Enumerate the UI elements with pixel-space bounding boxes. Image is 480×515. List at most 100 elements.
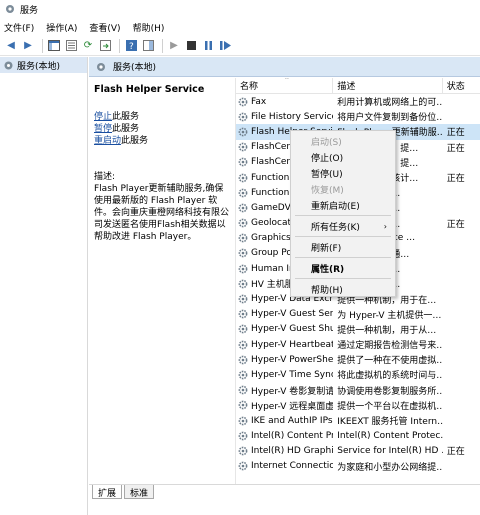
service-gear-icon — [238, 233, 248, 243]
table-row[interactable]: Hyper-V PowerShel…提供了一种在不使用虚拟… — [236, 352, 480, 367]
service-gear-icon — [238, 218, 248, 228]
menu-help[interactable]: 帮助(H) — [133, 21, 165, 34]
service-name-cell: Hyper-V Guest Shu… — [236, 324, 333, 334]
table-row[interactable]: Hyper-V Guest Shu… 提供一种机制，用于从… — [236, 322, 480, 337]
show-hide-pane-icon[interactable] — [141, 39, 155, 53]
menu-view[interactable]: 查看(V) — [89, 21, 120, 34]
table-row[interactable]: Intel(R) Content Pr… Intel(R) Content Pro… — [236, 428, 480, 443]
service-description: 通过定期报告检测信号来… — [337, 341, 443, 352]
services-gear-icon — [97, 62, 105, 71]
forward-arrow-icon[interactable]: ▶ — [21, 39, 35, 53]
toolbar: ◀ ▶ ⟳ ? ▶ — [0, 36, 480, 56]
service-description: 将此虚拟机的系统时间与… — [337, 371, 443, 382]
export-list-icon[interactable] — [98, 39, 112, 53]
table-row[interactable]: Hyper-V Guest Ser…为 Hyper-V 主机提供一… — [236, 307, 480, 322]
service-name: Hyper-V 卷影复制请… — [251, 386, 333, 397]
service-description: 提供一种机制，用于从… — [337, 325, 437, 336]
service-name-cell: Hyper-V Guest Ser… — [236, 309, 333, 319]
service-gear-icon — [238, 355, 248, 365]
column-header-name[interactable]: ⌃ 名称 — [236, 78, 334, 94]
content-header-title: 服务(本地) — [113, 63, 157, 73]
service-name: Hyper-V Guest Ser… — [251, 309, 334, 320]
tab-extended[interactable]: 扩展 — [92, 485, 123, 499]
service-name: Hyper-V 远程桌面虚… — [251, 401, 333, 412]
table-row[interactable]: Hyper-V Time Sync… 将此虚拟机的系统时间与… — [236, 367, 480, 382]
column-header-label: 状态 — [446, 82, 465, 92]
context-menu-divider — [295, 257, 391, 258]
table-row[interactable]: Hyper-V 卷影复制请… 协调使用卷影复制服务所… — [236, 383, 480, 398]
refresh-icon[interactable]: ⟳ — [81, 39, 95, 53]
context-menu-pause[interactable]: 暂停(U) — [291, 165, 395, 181]
context-menu-restart[interactable]: 重新启动(E) — [291, 197, 395, 213]
back-arrow-icon[interactable]: ◀ — [4, 39, 18, 53]
context-menu-resume[interactable]: 恢复(M) — [291, 181, 395, 197]
service-name: Hyper-V Heartbeat… — [251, 339, 333, 350]
stop-service-link[interactable]: 停止 — [94, 112, 112, 122]
service-gear-icon — [238, 173, 248, 182]
stop-service-icon[interactable] — [184, 39, 198, 53]
action-suffix: 此服务 — [121, 136, 149, 146]
service-gear-icon — [238, 400, 248, 410]
context-menu-refresh[interactable]: 刷新(F) — [291, 239, 395, 255]
tab-standard[interactable]: 标准 — [124, 485, 155, 499]
pause-service-action: 暂停此服务 — [94, 123, 230, 135]
service-description: 将用户文件复制到备份位… — [337, 113, 443, 124]
service-gear-icon — [238, 446, 248, 456]
service-name: Hyper-V PowerShel… — [251, 354, 334, 365]
restart-service-link[interactable]: 重启动 — [94, 136, 121, 146]
service-name-cell: Internet Connectio… — [236, 461, 333, 471]
table-row[interactable]: Internet Connectio… 为家庭和小型办公网络提… — [236, 459, 480, 474]
view-tabs: 扩展 标准 — [89, 484, 480, 501]
restart-service-icon[interactable] — [218, 39, 232, 53]
service-gear-icon — [238, 431, 248, 441]
context-menu-properties[interactable]: 属性(R) — [291, 260, 395, 276]
service-name-cell: Hyper-V PowerShel… — [236, 355, 333, 365]
table-row[interactable]: IKE and AuthIP IPs… IKEEXT 服务托管 Intern… — [236, 413, 480, 428]
tree-item-services-local[interactable]: 服务(本地) — [0, 57, 87, 73]
table-row[interactable]: Intel(R) HD Graphic…Service for Intel(R)… — [236, 443, 480, 458]
service-gear-icon — [238, 385, 248, 395]
action-suffix: 此服务 — [112, 124, 140, 134]
service-name: Fax — [251, 96, 267, 107]
service-gear-icon — [238, 294, 248, 304]
context-menu-all-tasks-label: 所有任务(K) — [311, 222, 360, 233]
context-menu-stop[interactable]: 停止(O) — [291, 149, 395, 165]
services-gear-icon — [4, 61, 13, 69]
table-row[interactable]: Fax 利用计算机或网络上的可… — [236, 94, 480, 109]
pause-service-link[interactable]: 暂停 — [94, 124, 112, 134]
toolbar-divider — [119, 38, 120, 53]
service-gear-icon — [238, 188, 248, 198]
column-header-status[interactable]: 状态 — [443, 78, 480, 94]
window-title: 服务 — [20, 5, 39, 16]
menu-bar: 文件(F) 操作(A) 查看(V) 帮助(H) — [0, 18, 480, 36]
service-name: IKE and AuthIP IPs… — [251, 415, 334, 426]
content-header: 服务(本地) — [89, 57, 480, 77]
start-service-icon[interactable]: ▶ — [167, 39, 181, 53]
service-gear-icon — [238, 97, 248, 106]
properties-sheet-icon[interactable] — [64, 39, 78, 53]
service-description: 提供了一种在不使用虚拟… — [337, 356, 443, 367]
context-menu-all-tasks[interactable]: 所有任务(K) › — [291, 218, 395, 234]
service-status: 正在 — [446, 447, 465, 458]
title-bar: 服务 — [0, 0, 480, 18]
help-icon[interactable]: ? — [124, 39, 138, 53]
table-row[interactable]: Hyper-V 远程桌面虚… 提供一个平台以在虚拟机… — [236, 398, 480, 413]
service-description: Intel(R) Content Protec… — [337, 430, 443, 441]
service-name: Intel(R) Content Pr… — [251, 430, 333, 441]
console-tree: 服务(本地) — [0, 57, 88, 515]
menu-file[interactable]: 文件(F) — [4, 21, 34, 34]
menu-action[interactable]: 操作(A) — [46, 21, 77, 34]
main-content: 服务(本地) Flash Helper Service 停止此服务 暂停此服务 … — [89, 57, 480, 515]
service-gear-icon — [238, 157, 248, 167]
service-description: IKEEXT 服务托管 Intern… — [337, 417, 443, 428]
service-description: 提供一个平台以在虚拟机… — [337, 401, 443, 412]
column-header-description[interactable]: 描述 — [333, 78, 443, 94]
context-menu-help[interactable]: 帮助(H) — [291, 281, 395, 297]
context-menu-start[interactable]: 启动(S) — [291, 133, 395, 149]
service-name-cell: File History Service — [236, 112, 333, 122]
table-row[interactable]: Hyper-V Heartbeat… 通过定期报告检测信号来… — [236, 337, 480, 352]
table-row[interactable]: File History Service 将用户文件复制到备份位… — [236, 109, 480, 124]
pause-service-icon[interactable] — [201, 39, 215, 53]
restart-service-action: 重启动此服务 — [94, 135, 230, 147]
console-tree-icon[interactable] — [47, 39, 61, 53]
